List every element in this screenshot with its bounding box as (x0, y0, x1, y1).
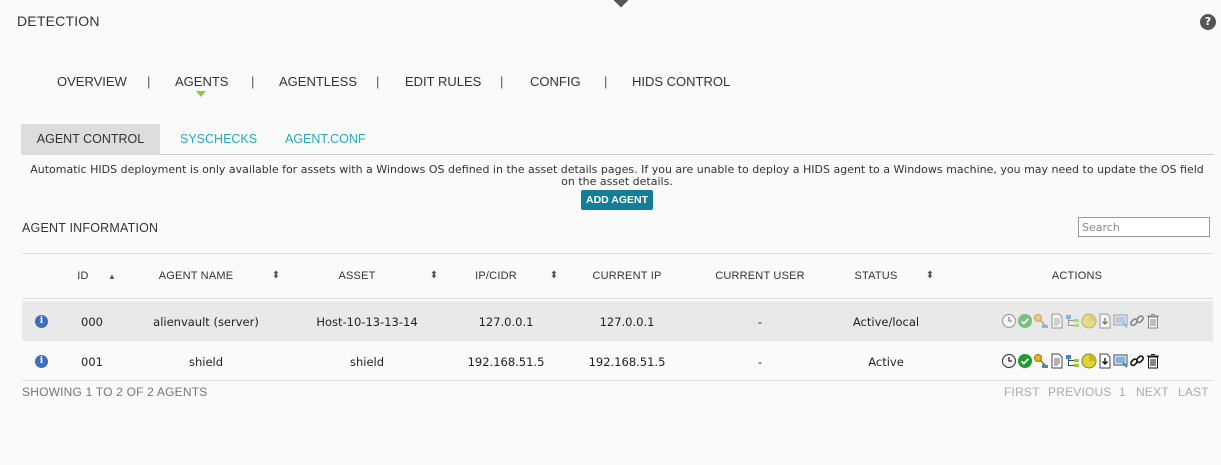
cell-asset: Host-10-13-13-14 (316, 315, 418, 329)
tab-syschecks[interactable]: SYSCHECKS (180, 124, 257, 155)
add-agent-button[interactable]: ADD AGENT (581, 190, 653, 210)
cell-status: Active (868, 355, 904, 369)
tree-icon[interactable] (1065, 353, 1081, 369)
row-actions (1001, 313, 1161, 329)
cell-current-ip: 192.168.51.5 (588, 355, 666, 369)
nav-edit-rules[interactable]: EDIT RULES (405, 74, 481, 89)
divider (22, 298, 1213, 299)
download-icon[interactable] (1097, 353, 1113, 369)
cell-id: 001 (81, 355, 103, 369)
cell-ip-cidr: 192.168.51.5 (467, 355, 545, 369)
pager-first[interactable]: FIRST (1004, 385, 1040, 399)
nav-separator: | (500, 74, 504, 89)
column-header-asset[interactable]: ASSET (338, 270, 375, 282)
pager-next[interactable]: NEXT (1136, 385, 1169, 399)
cell-ip-cidr: 127.0.0.1 (478, 315, 534, 329)
table-row[interactable]: i 001 shield shield 192.168.51.5 192.168… (22, 341, 1213, 381)
clock-icon[interactable] (1001, 353, 1017, 369)
sort-toggle-icon[interactable]: ⬍ (926, 270, 934, 281)
monitor-icon (1113, 314, 1128, 328)
tree-icon (1066, 315, 1079, 327)
deployment-notice: Automatic HIDS deployment is only availa… (30, 163, 1204, 188)
column-header-current-user[interactable]: CURRENT USER (715, 270, 805, 282)
key-icon (1034, 314, 1048, 328)
key-icon[interactable] (1033, 353, 1049, 369)
table-summary: SHOWING 1 TO 2 OF 2 AGENTS (22, 385, 208, 399)
info-icon[interactable]: i (35, 315, 48, 328)
sub-tabs: AGENT CONTROL SYSCHECKS AGENT.CONF (21, 124, 1214, 155)
document-icon[interactable] (1049, 353, 1065, 369)
link-icon[interactable] (1129, 353, 1145, 369)
page-title: DETECTION (17, 13, 100, 29)
pie-chart-icon[interactable] (1081, 353, 1097, 369)
monitor-icon[interactable] (1113, 353, 1129, 369)
cell-agent-name: alienvault (server) (153, 315, 259, 329)
cell-id: 000 (81, 315, 103, 329)
pager-last[interactable]: LAST (1178, 385, 1209, 399)
link-icon (1130, 315, 1144, 327)
pie-chart-icon (1081, 313, 1097, 329)
trash-icon[interactable] (1145, 353, 1161, 369)
download-icon (1099, 313, 1111, 329)
nav-separator: | (604, 74, 608, 89)
column-header-ip-cidr[interactable]: IP/CIDR (475, 270, 517, 282)
info-icon[interactable]: i (35, 355, 48, 368)
pager-previous[interactable]: PREVIOUS (1048, 385, 1112, 399)
divider (22, 380, 1213, 381)
table-row[interactable]: i 000 alienvault (server) Host-10-13-13-… (22, 301, 1213, 341)
section-title: AGENT INFORMATION (22, 221, 159, 235)
divider (22, 253, 1213, 254)
cell-status: Active/local (852, 315, 920, 329)
document-icon (1051, 313, 1063, 329)
clock-icon (1001, 313, 1017, 329)
sort-toggle-icon[interactable]: ⬍ (430, 270, 438, 281)
sort-ascending-icon[interactable]: ▲ (108, 272, 116, 281)
nav-agents[interactable]: AGENTS (175, 74, 228, 89)
column-header-id[interactable]: ID (77, 270, 88, 282)
nav-overview[interactable]: OVERVIEW (57, 74, 127, 89)
row-actions (1001, 353, 1161, 369)
cell-current-ip: 127.0.0.1 (599, 315, 655, 329)
sort-toggle-icon[interactable]: ⬍ (550, 270, 558, 281)
nav-separator: | (251, 74, 255, 89)
sort-toggle-icon[interactable]: ⬍ (272, 270, 280, 281)
cell-asset: shield (349, 355, 385, 369)
active-nav-indicator (196, 91, 206, 97)
nav-hids-control[interactable]: HIDS CONTROL (632, 74, 730, 89)
nav-separator: | (376, 74, 380, 89)
tab-agent-conf[interactable]: AGENT.CONF (285, 124, 366, 155)
check-circle-icon (1018, 314, 1032, 328)
column-header-current-ip[interactable]: CURRENT IP (592, 270, 661, 282)
nav-separator: | (147, 74, 151, 89)
pager-page[interactable]: 1 (1119, 385, 1126, 399)
check-circle-icon[interactable] (1017, 353, 1033, 369)
column-header-status[interactable]: STATUS (855, 270, 898, 282)
cell-agent-name: shield (188, 355, 224, 369)
top-notch-arrow (612, 0, 630, 8)
nav-config[interactable]: CONFIG (530, 74, 581, 89)
column-header-agent-name[interactable]: AGENT NAME (159, 270, 234, 282)
cell-current-user: - (757, 315, 763, 329)
nav-agentless[interactable]: AGENTLESS (279, 74, 357, 89)
column-header-actions: ACTIONS (1051, 270, 1103, 282)
search-input[interactable] (1078, 217, 1210, 237)
tab-agent-control[interactable]: AGENT CONTROL (21, 124, 160, 155)
trash-icon (1147, 314, 1159, 329)
help-icon[interactable]: ? (1200, 14, 1216, 30)
cell-current-user: - (757, 355, 763, 369)
